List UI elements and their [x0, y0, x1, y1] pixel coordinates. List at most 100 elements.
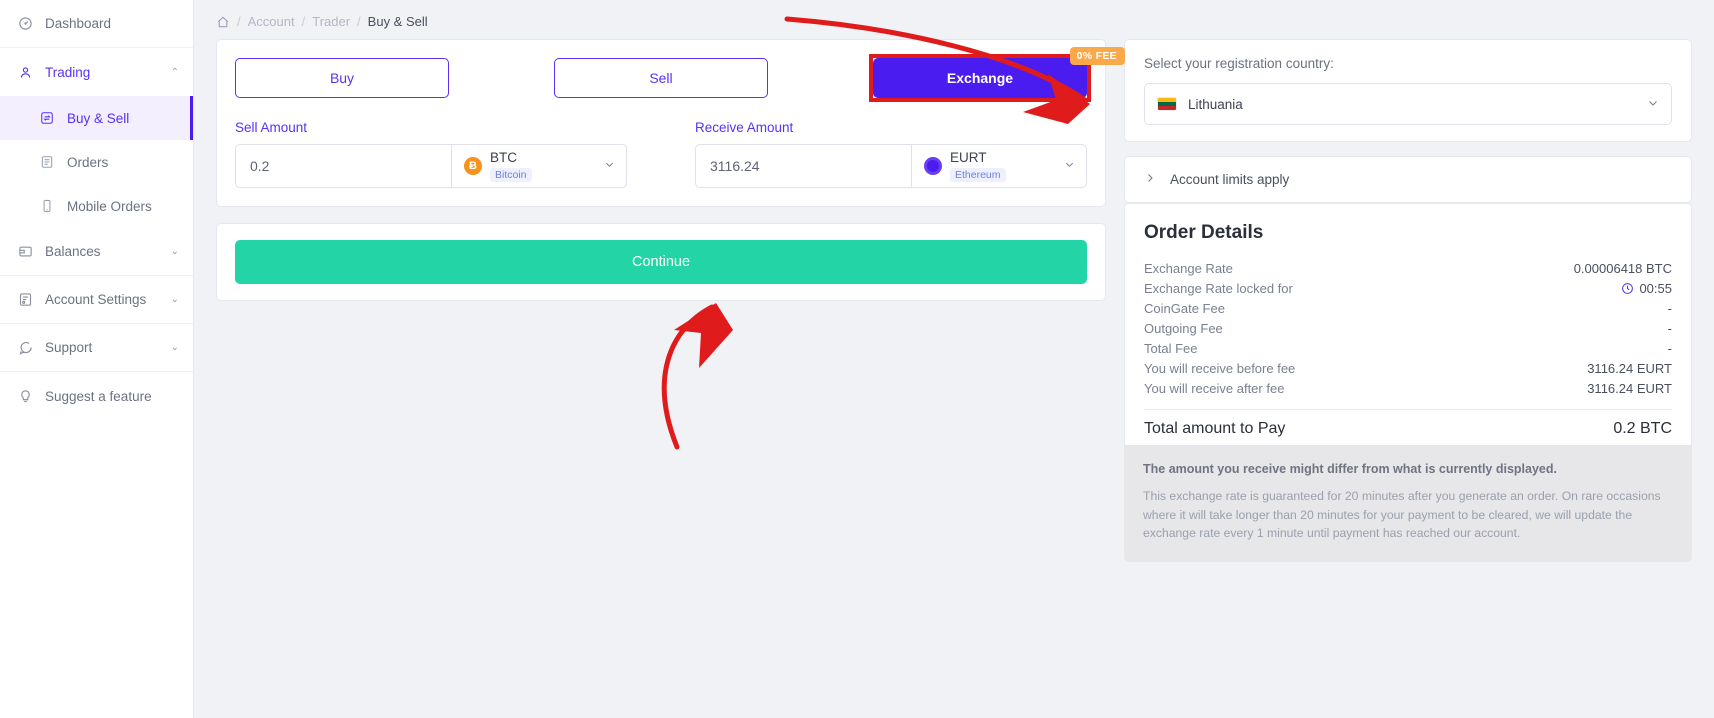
breadcrumb: / Account / Trader / Buy & Sell: [194, 0, 1714, 39]
breadcrumb-item-account[interactable]: Account: [248, 14, 295, 29]
receive-amount-field: EURT Ethereum: [695, 144, 1087, 188]
chevron-right-icon: [1144, 172, 1156, 187]
receive-currency-select[interactable]: EURT Ethereum: [911, 145, 1086, 187]
user-icon: [16, 63, 34, 81]
order-row: Exchange Rate locked for 00:55: [1144, 278, 1672, 298]
exchange-rate-notice: The amount you receive might differ from…: [1124, 445, 1692, 562]
sidebar-item-suggest-a-feature[interactable]: Suggest a feature: [0, 372, 193, 420]
app-root: Dashboard Trading ⌃ Buy & Sell Orders Mo…: [0, 0, 1714, 718]
tab-sell-wrapper: Sell: [554, 58, 768, 98]
total-amount-row: Total amount to Pay 0.2 BTC: [1144, 420, 1672, 438]
breadcrumb-item-trader[interactable]: Trader: [312, 14, 350, 29]
total-amount-label: Total amount to Pay: [1144, 420, 1286, 437]
order-row-key: Outgoing Fee: [1144, 320, 1223, 336]
sidebar-item-label: Trading: [45, 64, 91, 80]
country-select[interactable]: Lithuania: [1144, 83, 1672, 125]
order-row-value-wrapper: 00:55: [1621, 281, 1672, 296]
eurt-token-icon: [924, 157, 942, 175]
home-icon[interactable]: [216, 15, 230, 29]
chevron-down-icon: ⌄: [170, 342, 179, 353]
receive-amount-block: Receive Amount EURT Ethereum: [695, 120, 1087, 188]
sidebar-item-dashboard[interactable]: Dashboard: [0, 0, 193, 48]
order-row: You will receive before fee 3116.24 EURT: [1144, 358, 1672, 378]
tab-buy[interactable]: Buy: [235, 58, 449, 98]
sell-amount-input[interactable]: [236, 145, 451, 187]
tab-sell[interactable]: Sell: [554, 58, 768, 98]
receive-currency-symbol: EURT: [950, 149, 987, 165]
order-details-panel: Order Details Exchange Rate 0.00006418 B…: [1124, 203, 1692, 459]
notice-body: This exchange rate is guaranteed for 20 …: [1143, 489, 1661, 541]
order-row: You will receive after fee 3116.24 EURT: [1144, 378, 1672, 398]
order-row-key: You will receive after fee: [1144, 380, 1285, 396]
account-settings-icon: [16, 291, 34, 309]
sidebar-item-buy-and-sell[interactable]: Buy & Sell: [0, 96, 193, 140]
sidebar-item-balances[interactable]: Balances ⌄: [0, 228, 193, 276]
order-details-title: Order Details: [1144, 222, 1264, 243]
sidebar-item-label: Balances: [45, 244, 101, 259]
order-row-key: Exchange Rate: [1144, 260, 1233, 276]
receive-amount-label: Receive Amount: [695, 120, 794, 135]
total-amount-value: 0.2 BTC: [1613, 420, 1672, 437]
continue-card: Continue: [216, 223, 1106, 301]
amount-fields: Sell Amount Ƀ BTC Bitcoin: [235, 120, 1087, 188]
sidebar-item-label: Dashboard: [45, 16, 112, 31]
order-row: Outgoing Fee -: [1144, 318, 1672, 338]
registration-country-panel: Select your registration country: Lithua…: [1124, 39, 1692, 142]
sidebar-item-trading[interactable]: Trading ⌃: [0, 48, 193, 96]
sell-amount-field: Ƀ BTC Bitcoin: [235, 144, 627, 188]
divider: [1144, 409, 1672, 410]
account-limits-row[interactable]: Account limits apply: [1125, 157, 1691, 202]
order-row: Total Fee -: [1144, 338, 1672, 358]
account-limits-panel[interactable]: Account limits apply: [1124, 156, 1692, 203]
details-column: Select your registration country: Lithua…: [1124, 39, 1692, 562]
breadcrumb-separator: /: [301, 14, 306, 29]
order-row-value: 3116.24 EURT: [1587, 380, 1672, 396]
sell-currency-select[interactable]: Ƀ BTC Bitcoin: [451, 145, 626, 187]
tab-exchange-wrapper: Exchange 0% FEE: [869, 47, 1125, 102]
selected-country: Lithuania: [1188, 96, 1243, 112]
list-box-icon: [38, 153, 56, 171]
order-row: CoinGate Fee -: [1144, 298, 1672, 318]
sell-amount-block: Sell Amount Ƀ BTC Bitcoin: [235, 120, 627, 188]
chevron-down-icon: [1064, 159, 1075, 173]
main-area: / Account / Trader / Buy & Sell Buy Sell: [194, 0, 1714, 718]
chevron-down-icon: [1647, 97, 1659, 112]
continue-button[interactable]: Continue: [235, 240, 1087, 284]
lithuania-flag-icon: [1157, 97, 1177, 111]
sidebar-item-label: Support: [45, 340, 93, 355]
registration-country-question: Select your registration country:: [1144, 56, 1334, 71]
sidebar-item-mobile-orders[interactable]: Mobile Orders: [0, 184, 193, 228]
notice-title: The amount you receive might differ from…: [1143, 462, 1557, 476]
account-limits-label: Account limits apply: [1170, 172, 1290, 187]
sell-currency-network: Bitcoin: [490, 168, 532, 183]
receive-currency-network: Ethereum: [950, 168, 1006, 183]
chat-icon: [16, 339, 34, 357]
sidebar-item-account-settings[interactable]: Account Settings ⌄: [0, 276, 193, 324]
wallet-icon: [16, 243, 34, 261]
order-row-value: 3116.24 EURT: [1587, 360, 1672, 376]
sidebar-item-label: Suggest a feature: [45, 388, 152, 404]
order-row: Exchange Rate 0.00006418 BTC: [1144, 258, 1672, 278]
order-row-value: 0.00006418 BTC: [1573, 260, 1672, 276]
receive-amount-input[interactable]: [696, 145, 911, 187]
tab-exchange[interactable]: Exchange: [873, 58, 1087, 98]
breadcrumb-separator: /: [237, 14, 241, 29]
sidebar-item-label: Orders: [67, 154, 109, 170]
exchange-box-icon: [38, 109, 56, 127]
order-row-key: CoinGate Fee: [1144, 300, 1225, 316]
breadcrumb-item-buy-and-sell: Buy & Sell: [367, 14, 428, 29]
trade-tabs: Buy Sell Exchange 0% FEE: [235, 47, 1125, 102]
trade-column: Buy Sell Exchange 0% FEE Sell Amount 0.2…: [216, 39, 1125, 301]
order-row-key: Total Fee: [1144, 340, 1198, 356]
sell-amount-label: Sell Amount: [235, 120, 308, 135]
clock-icon: [1621, 282, 1634, 295]
chevron-down-icon: [604, 159, 615, 173]
chevron-up-icon: ⌃: [170, 66, 179, 78]
order-row-key: Exchange Rate locked for: [1144, 280, 1293, 296]
trade-card: Buy Sell Exchange 0% FEE Sell Amount 0.2…: [216, 39, 1125, 207]
dashboard-icon: [16, 15, 34, 33]
sidebar-item-orders[interactable]: Orders: [0, 140, 193, 184]
breadcrumb-separator: /: [357, 14, 361, 29]
sidebar-item-support[interactable]: Support ⌄: [0, 324, 193, 372]
fee-badge: 0% FEE: [1069, 47, 1125, 65]
